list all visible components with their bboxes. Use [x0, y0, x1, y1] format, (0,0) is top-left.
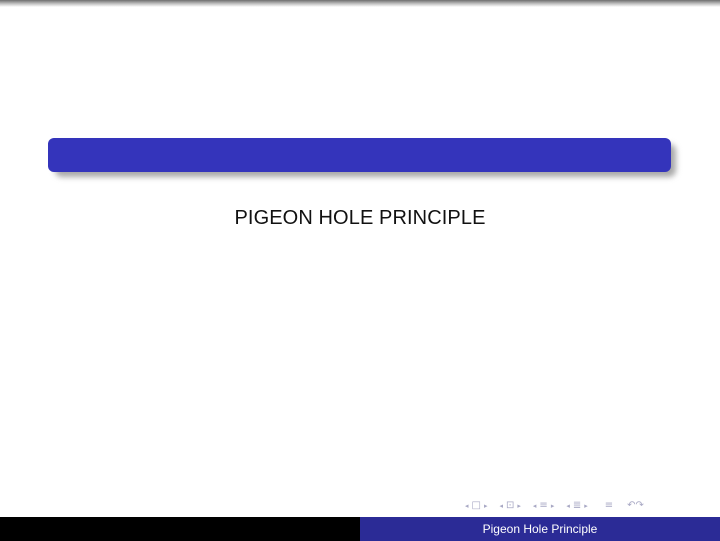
nav-left-arrow-icon[interactable]: ◂	[462, 497, 472, 515]
nav-left-arrow-icon[interactable]: ◂	[563, 497, 573, 515]
subsection-icon[interactable]: ⊡	[506, 497, 514, 515]
beamer-navigation-bar: ◂ □ ▸ ◂ ⊡ ▸ ◂ ≡ ▸ ◂ ≣ ▸ ≡ ↶↷	[462, 497, 644, 515]
section-list-icon[interactable]: ≣	[573, 497, 581, 515]
nav-left-arrow-icon[interactable]: ◂	[530, 497, 540, 515]
nav-right-arrow-icon[interactable]: ▸	[481, 497, 491, 515]
slide-footer: Pigeon Hole Principle	[0, 517, 720, 541]
footer-left-panel	[0, 517, 360, 541]
section-icon[interactable]: ≡	[539, 497, 547, 515]
nav-right-arrow-icon[interactable]: ▸	[514, 497, 524, 515]
window-top-edge	[0, 0, 720, 7]
frame-icon[interactable]: □	[472, 497, 481, 515]
document-icon[interactable]: ≡	[605, 497, 613, 515]
nav-right-arrow-icon[interactable]: ▸	[548, 497, 558, 515]
nav-right-arrow-icon[interactable]: ▸	[581, 497, 591, 515]
search-undo-redo-icon[interactable]: ↶↷	[627, 497, 644, 515]
nav-left-arrow-icon[interactable]: ◂	[496, 497, 506, 515]
slide-subtitle: PIGEON HOLE PRINCIPLE	[234, 207, 486, 229]
footer-title: Pigeon Hole Principle	[360, 517, 720, 541]
slide-title-bar	[48, 138, 671, 172]
